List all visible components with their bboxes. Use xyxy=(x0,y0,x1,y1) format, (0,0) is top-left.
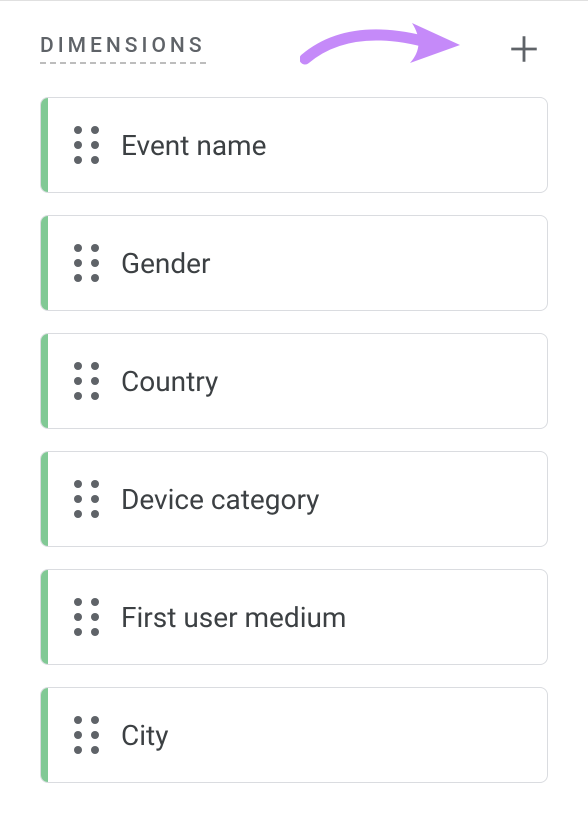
section-title: DIMENSIONS xyxy=(40,34,206,64)
dimension-label: Gender xyxy=(121,247,211,280)
dimension-label: City xyxy=(121,719,168,752)
drag-handle-icon[interactable] xyxy=(74,480,99,518)
dimension-item-first-user-medium[interactable]: First user medium xyxy=(40,569,548,665)
drag-handle-icon[interactable] xyxy=(74,598,99,636)
drag-handle-icon[interactable] xyxy=(74,244,99,282)
add-dimension-button[interactable] xyxy=(506,31,542,67)
dimension-item-device-category[interactable]: Device category xyxy=(40,451,548,547)
dimension-item-event-name[interactable]: Event name xyxy=(40,97,548,193)
dimension-label: First user medium xyxy=(121,601,347,634)
plus-icon xyxy=(507,32,541,66)
dimension-label: Event name xyxy=(121,129,266,162)
dimension-accent xyxy=(41,216,48,310)
dimension-item-country[interactable]: Country xyxy=(40,333,548,429)
drag-handle-icon[interactable] xyxy=(74,126,99,164)
dimension-item-city[interactable]: City xyxy=(40,687,548,783)
dimension-accent xyxy=(41,452,48,546)
dimensions-header: DIMENSIONS xyxy=(40,31,548,67)
dimension-accent xyxy=(41,98,48,192)
dimension-accent xyxy=(41,570,48,664)
dimension-item-gender[interactable]: Gender xyxy=(40,215,548,311)
drag-handle-icon[interactable] xyxy=(74,362,99,400)
drag-handle-icon[interactable] xyxy=(74,716,99,754)
dimension-label: Device category xyxy=(121,483,319,516)
dimension-accent xyxy=(41,688,48,782)
dimension-label: Country xyxy=(121,365,218,398)
dimension-accent xyxy=(41,334,48,428)
dimensions-list: Event name Gender Country Device categor… xyxy=(40,97,548,783)
